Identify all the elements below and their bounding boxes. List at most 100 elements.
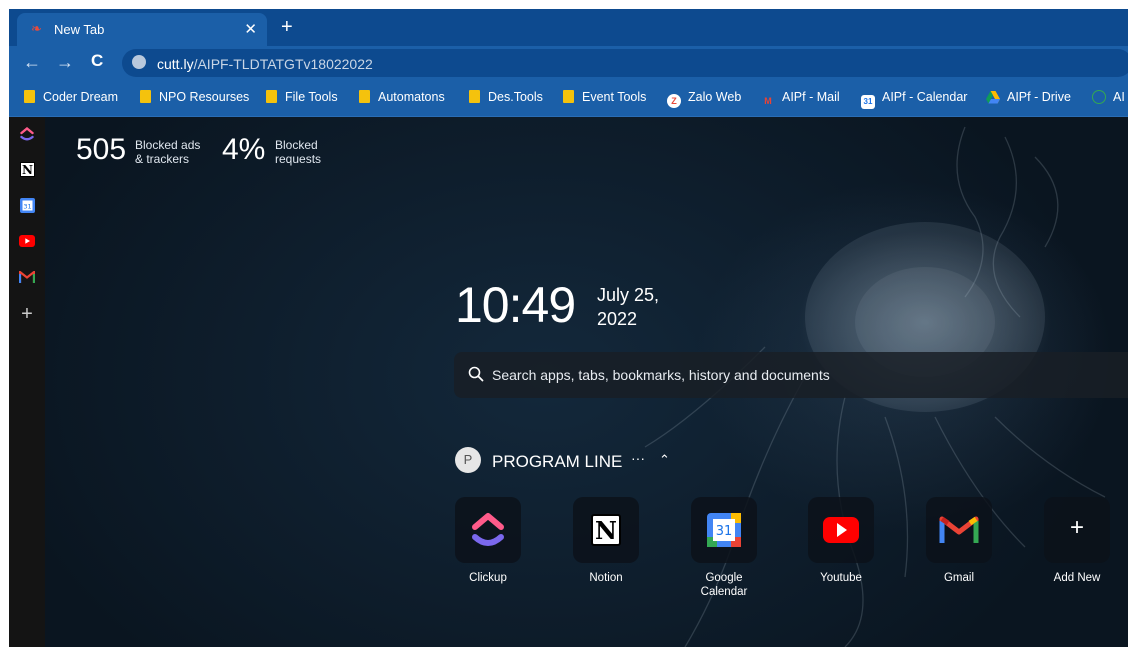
- group-more-button[interactable]: ···: [631, 450, 645, 466]
- clickup-icon: [472, 513, 504, 546]
- tile-label: Google Calendar: [684, 571, 764, 599]
- gmail-icon: [939, 516, 979, 543]
- bookmark-ai[interactable]: AI: [1092, 90, 1125, 104]
- tile-label: Youtube: [820, 572, 862, 584]
- bookmark-file-tools[interactable]: File Tools: [266, 90, 338, 104]
- tab-close-icon[interactable]: ✕: [244, 20, 257, 38]
- bookmark-label: AIPf - Mail: [782, 90, 840, 104]
- bookmark-aipf-calendar[interactable]: 31 AIPf - Calendar: [861, 90, 967, 109]
- bookmark-label: AIPf - Drive: [1007, 90, 1071, 104]
- percent-label: Blocked requests: [275, 138, 321, 166]
- clickup-icon[interactable]: [18, 126, 36, 144]
- add-icon: +: [1069, 514, 1084, 541]
- bookmark-aipf-drive[interactable]: AIPf - Drive: [986, 90, 1071, 105]
- forward-button[interactable]: →: [56, 52, 74, 73]
- tile-label: Clickup: [469, 572, 507, 584]
- tile-label-line-1: Google: [705, 572, 743, 584]
- browser-window: ❧ New Tab ✕ + ← → C cutt.ly/AIPF-TLDTATG…: [9, 9, 1128, 647]
- notion-icon: N: [591, 514, 621, 546]
- folder-icon: [563, 90, 574, 103]
- svg-text:N: N: [595, 516, 617, 545]
- bookmark-des-tools[interactable]: Des.Tools: [469, 90, 543, 104]
- tile-youtube[interactable]: Youtube: [801, 497, 881, 585]
- bookmark-label: AIPf - Calendar: [882, 90, 968, 104]
- bookmark-label: Automatons: [378, 90, 445, 104]
- blocked-count: 505: [76, 133, 127, 166]
- drive-icon: [986, 91, 1000, 105]
- clock-time: 10:49: [455, 277, 576, 333]
- tab-title: New Tab: [54, 22, 105, 37]
- bookmark-label: NPO Resourses: [159, 90, 250, 104]
- tile-icon-box: [926, 497, 992, 563]
- tab-strip: ❧ New Tab ✕ +: [9, 9, 1128, 46]
- sidebar: N 31 +: [9, 117, 45, 647]
- bookmark-label: Zalo Web: [688, 90, 742, 104]
- svg-text:31: 31: [716, 524, 733, 539]
- bookmark-automatons[interactable]: Automatons: [359, 90, 445, 104]
- site-info-icon[interactable]: [132, 55, 146, 69]
- tile-label: Notion: [589, 572, 623, 584]
- url-domain: cutt.ly: [157, 56, 194, 72]
- tile-label: Add New: [1053, 572, 1101, 584]
- tile-icon-box: [808, 497, 874, 563]
- svg-text:N: N: [22, 163, 33, 177]
- bookmark-aipf-mail[interactable]: M AIPf - Mail: [761, 90, 840, 108]
- bookmark-label: Des.Tools: [488, 90, 543, 104]
- folder-icon: [24, 90, 35, 103]
- tile-label: Gmail: [943, 572, 975, 584]
- bookmark-event-tools[interactable]: Event Tools: [563, 90, 646, 104]
- group-title[interactable]: PROGRAM LINE: [492, 452, 622, 472]
- tab-new-tab[interactable]: ❧ New Tab ✕: [17, 13, 267, 46]
- bookmark-coder-dream[interactable]: Coder Dream: [24, 90, 118, 104]
- google-calendar-icon[interactable]: 31: [18, 198, 36, 216]
- search-placeholder: Search apps, tabs, bookmarks, history an…: [492, 367, 830, 383]
- back-button[interactable]: ←: [23, 52, 41, 73]
- blocked-label: Blocked ads & trackers: [135, 138, 200, 166]
- folder-icon: [359, 90, 370, 103]
- google-calendar-icon: 31: [707, 513, 741, 547]
- address-bar[interactable]: cutt.ly/AIPF-TLDTATGTv18022022: [122, 49, 1128, 77]
- search-input[interactable]: Search apps, tabs, bookmarks, history an…: [454, 352, 1128, 398]
- tile-gmail[interactable]: Gmail: [919, 497, 999, 585]
- group-avatar: P: [455, 447, 481, 473]
- folder-icon: [140, 90, 151, 103]
- youtube-icon: [823, 517, 859, 543]
- gmail-icon: M: [764, 96, 772, 106]
- zalo-icon: Z: [667, 94, 681, 108]
- folder-icon: [266, 90, 277, 103]
- blocked-label-line-2: & trackers: [135, 152, 190, 166]
- tile-clickup[interactable]: Clickup: [448, 497, 528, 585]
- date-line-1: July 25,: [597, 285, 660, 305]
- gmail-icon[interactable]: [18, 269, 36, 288]
- notion-icon[interactable]: N: [18, 162, 36, 180]
- blocked-label-line-1: Blocked ads: [135, 138, 201, 152]
- new-tab-button[interactable]: +: [281, 16, 293, 39]
- toolbar: ← → C cutt.ly/AIPF-TLDTATGTv18022022: [9, 46, 1128, 80]
- bookmark-label: AI: [1113, 90, 1125, 104]
- bookmark-label: Coder Dream: [43, 90, 119, 104]
- tab-favicon-icon: ❧: [31, 21, 42, 36]
- calendar-icon: 31: [861, 95, 875, 109]
- date-line-2: 2022: [597, 309, 638, 329]
- bookmark-npo-resourses[interactable]: NPO Resourses: [140, 90, 249, 104]
- tile-add-new[interactable]: + Add New: [1037, 497, 1117, 585]
- youtube-icon[interactable]: [18, 234, 36, 252]
- bookmarks-bar: Coder Dream NPO Resourses File Tools Aut…: [9, 80, 1128, 117]
- group-collapse-button[interactable]: ⌃: [659, 452, 670, 468]
- tile-icon-box: [455, 497, 521, 563]
- tile-label-line-2: Calendar: [700, 586, 748, 598]
- add-icon[interactable]: +: [18, 303, 36, 325]
- bookmark-zalo-web[interactable]: Z Zalo Web: [667, 90, 741, 108]
- address-url: cutt.ly/AIPF-TLDTATGTv18022022: [157, 56, 373, 72]
- reload-button[interactable]: C: [91, 51, 103, 71]
- bookmark-label: File Tools: [285, 90, 338, 104]
- search-icon: [468, 366, 484, 387]
- percent-label-line-2: requests: [275, 152, 322, 166]
- tile-google-calendar[interactable]: 31 Google Calendar: [684, 497, 764, 599]
- folder-icon: [469, 90, 480, 103]
- tile-icon-box: N: [573, 497, 639, 563]
- tile-notion[interactable]: N Notion: [566, 497, 646, 585]
- svg-text:31: 31: [23, 203, 31, 211]
- url-path: /AIPF-TLDTATGTv18022022: [193, 56, 373, 72]
- percent-label-line-1: Blocked: [275, 138, 318, 152]
